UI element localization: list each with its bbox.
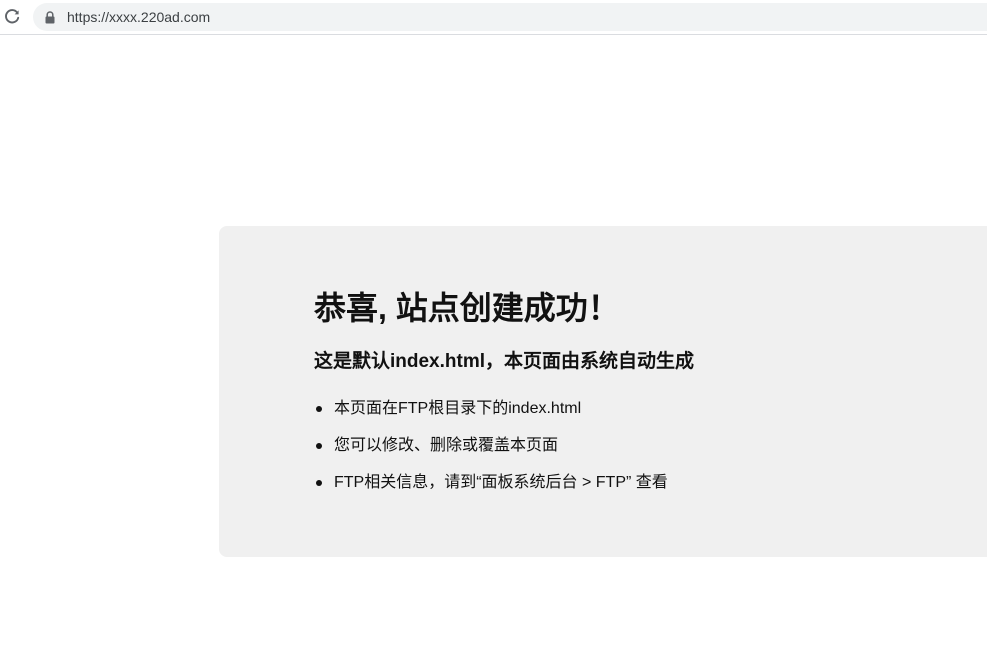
list-item: FTP相关信息，请到“面板系统后台 > FTP” 查看 xyxy=(314,472,668,509)
address-bar[interactable]: https://xxxx.220ad.com xyxy=(33,3,987,31)
lock-icon[interactable] xyxy=(44,11,56,24)
bullet-icon xyxy=(316,443,322,449)
reload-icon[interactable] xyxy=(3,8,21,26)
welcome-card: 恭喜, 站点创建成功！ 这是默认index.html，本页面由系统自动生成 本页… xyxy=(219,226,987,557)
list-item-text: 本页面在FTP根目录下的index.html xyxy=(334,400,582,417)
browser-toolbar: https://xxxx.220ad.com xyxy=(0,0,987,35)
list-item-text: 您可以修改、删除或覆盖本页面 xyxy=(334,437,559,454)
list-item-text: FTP相关信息，请到“面板系统后台 > FTP” 查看 xyxy=(334,474,668,491)
bullet-icon xyxy=(316,480,322,486)
page-title: 恭喜, 站点创建成功！ xyxy=(314,290,620,326)
url-text[interactable]: https://xxxx.220ad.com xyxy=(67,9,210,25)
page-subtitle: 这是默认index.html，本页面由系统自动生成 xyxy=(314,351,695,372)
info-list: 本页面在FTP根目录下的index.html 您可以修改、删除或覆盖本页面 FT… xyxy=(314,398,668,509)
bullet-icon xyxy=(316,406,322,412)
list-item: 您可以修改、删除或覆盖本页面 xyxy=(314,435,668,472)
list-item: 本页面在FTP根目录下的index.html xyxy=(314,398,668,435)
